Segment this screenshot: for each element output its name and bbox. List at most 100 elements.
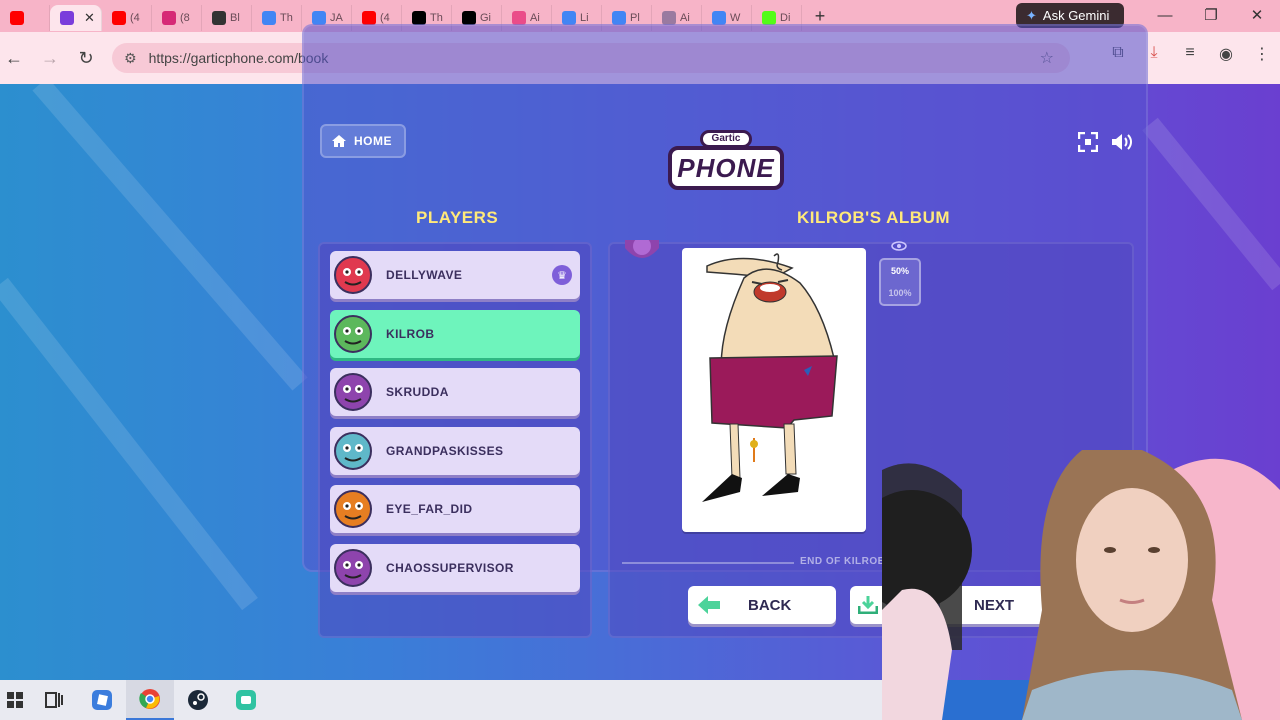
player-row[interactable]: EYE_FAR_DID [330,485,580,533]
site-info-icon[interactable]: ⚙ [124,50,137,67]
eye-icon[interactable] [891,240,907,252]
spy-icon [212,11,226,25]
youtube-icon [112,11,126,25]
browser-tab[interactable] [0,5,50,31]
browser-tab-label: W [730,12,741,24]
streaming-app-taskbar-button[interactable] [222,680,270,720]
back-label: BACK [748,596,792,614]
gartic-phone-logo: Gartic PHONE [668,126,784,194]
browser-tab-label: Bl [230,12,240,24]
home-button[interactable]: HOME [320,124,406,158]
profile-icon[interactable]: ◉ [1208,44,1244,64]
player-row[interactable]: GRANDPASKISSES [330,426,580,475]
browser-tab-label: (4 [380,12,390,24]
steam-taskbar-button[interactable] [174,680,222,720]
save-drawing-button[interactable] [850,586,886,624]
chrome-icon [139,689,160,709]
forward-arrow-icon[interactable]: → [32,48,68,69]
close-tab-icon[interactable]: ✕ [84,10,95,26]
browser-tab-label: Gi [480,12,491,24]
browser-tab[interactable]: Th [252,5,302,31]
reload-icon[interactable]: ↻ [68,48,104,69]
google-icon [612,11,626,25]
browser-tab-label: JA [330,12,343,24]
player-avatar [332,313,374,355]
google-icon [262,11,276,25]
browser-tab-label: Ai [530,12,540,24]
player-row[interactable]: DELLYWAVE ♛ [330,251,580,299]
instagram-icon [162,11,176,25]
google-icon [312,11,326,25]
google-icon [562,11,576,25]
steam-icon [188,690,208,710]
gemini-icon: ✦ [1026,7,1037,23]
browser-tab-label: Th [430,12,443,24]
fullscreen-icon[interactable] [1076,130,1100,154]
browser-tab-label: Ai [680,12,690,24]
logo-big-text: PHONE [668,146,784,190]
start-button[interactable] [0,680,30,720]
roblox-icon [92,690,112,710]
album-drawing [682,248,866,532]
player-name: GRANDPASKISSES [386,443,504,458]
home-label: HOME [354,134,392,148]
minimize-icon[interactable]: — [1142,7,1188,24]
album-heading: KILROB'S ALBUM [797,208,951,227]
window-controls: — ❐ ✕ [1142,0,1280,30]
volume-icon[interactable] [1110,130,1134,154]
browser-tab[interactable]: (8 [152,5,202,31]
player-name: SKRUDDA [386,385,449,399]
task-view-icon [45,692,63,708]
google-icon [712,11,726,25]
browser-tab[interactable]: (4 [102,5,152,31]
browser-tab-label: Li [580,12,589,24]
album-divider [622,562,794,564]
webcam-overlay [882,450,1280,720]
youtube-icon [362,11,376,25]
player-row[interactable]: CHAOSSUPERVISOR [330,543,580,592]
zoom-option-100[interactable]: 100% [888,288,911,298]
zoom-option-50[interactable]: 50% [891,266,909,276]
end-of-album-text: END OF KILROB [800,556,886,567]
player-row[interactable]: SKRUDDA [330,368,580,416]
dribbble-icon [512,11,526,25]
briefcase-icon [662,11,676,25]
garticphone-icon [60,11,74,25]
x-icon [462,11,476,25]
top-right-controls [1076,130,1134,154]
windows-taskbar [0,680,882,720]
task-view-button[interactable] [30,680,78,720]
streamlabs-icon [236,690,256,710]
browser-tab-label: Pl [630,12,640,24]
home-icon [332,135,346,147]
browser-tab-label: Th [280,12,293,24]
menu-kebab-icon[interactable]: ⋮ [1244,44,1280,64]
youtube-audio-icon [10,11,24,25]
host-crown-icon: ♛ [552,265,572,285]
player-avatar [332,371,374,413]
chrome-taskbar-button[interactable] [126,680,174,720]
player-row[interactable]: KILROB [330,309,580,358]
kick-icon [762,11,776,25]
player-avatar [332,430,374,472]
back-arrow-green-icon [698,596,720,614]
browser-tab-label: Di [780,12,791,24]
player-avatar [332,547,374,589]
browser-tab-label: (4 [130,12,140,24]
media-control-icon[interactable]: ≡ [1172,44,1208,64]
back-button[interactable]: BACK [688,586,836,624]
restore-icon[interactable]: ❐ [1188,6,1234,24]
player-name: EYE_FAR_DID [386,502,473,516]
zoom-selector[interactable]: 50% 100% [879,258,921,306]
roblox-taskbar-button[interactable] [78,680,126,720]
drawing-image [702,253,838,502]
webcam-image [882,450,1280,720]
browser-tab[interactable]: Bl [202,5,252,31]
close-window-icon[interactable]: ✕ [1234,6,1280,24]
player-name: DELLYWAVE [386,268,463,282]
download-drawing-icon [858,596,878,614]
back-arrow-icon[interactable]: ← [0,48,32,69]
browser-tab[interactable]: ✕ [50,5,102,31]
player-avatar [332,488,374,530]
player-avatar [332,254,374,296]
